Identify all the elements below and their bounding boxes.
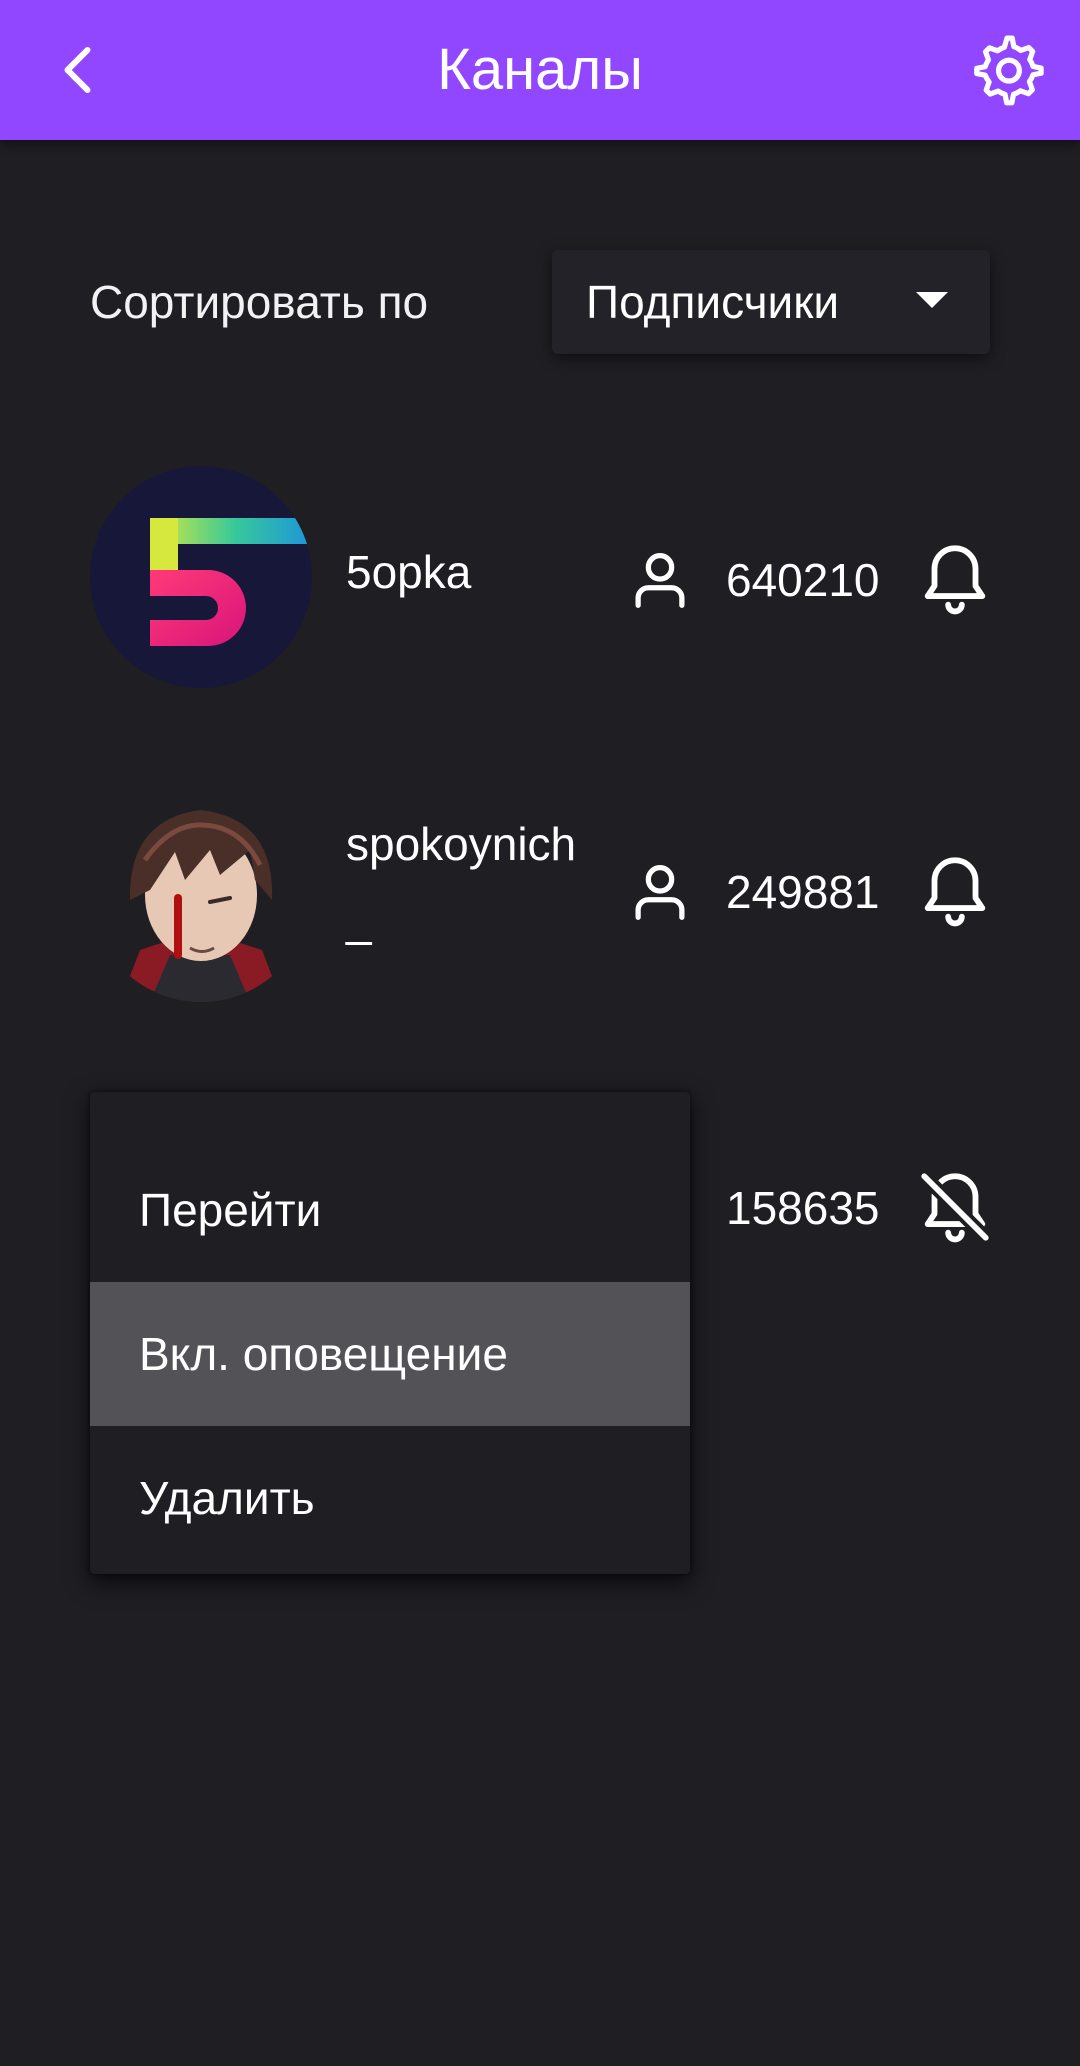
bell-off-icon[interactable]	[914, 1166, 996, 1248]
avatar	[90, 780, 312, 1002]
settings-button[interactable]	[964, 26, 1050, 112]
avatar	[90, 466, 312, 688]
sort-label: Сортировать по	[90, 276, 429, 328]
sort-selected-value: Подписчики	[586, 276, 840, 328]
follower-count: 158635	[726, 1182, 880, 1234]
channel-row[interactable]: 5opka 640210	[0, 456, 1080, 696]
bell-icon[interactable]	[914, 538, 996, 620]
menu-item-open[interactable]: Перейти	[90, 1138, 690, 1282]
context-menu: Перейти Вкл. оповещение Удалить	[90, 1092, 690, 1574]
channel-name: 5opka	[346, 546, 472, 598]
sort-dropdown[interactable]: Подписчики	[552, 250, 990, 354]
caret-down-icon	[916, 292, 948, 308]
app-bar: Каналы	[0, 0, 1080, 140]
bell-icon[interactable]	[914, 850, 996, 932]
channel-name: spokoynich _	[346, 818, 577, 946]
menu-item-enable-notifications[interactable]: Вкл. оповещение	[90, 1282, 690, 1426]
person-icon	[635, 865, 685, 920]
follower-count: 640210	[726, 554, 880, 606]
page-title: Каналы	[437, 37, 643, 102]
follower-count: 249881	[726, 866, 880, 918]
gear-icon	[974, 35, 1044, 106]
person-icon	[635, 553, 685, 608]
channel-row[interactable]: spokoynich _ 249881	[0, 770, 1080, 1010]
menu-item-delete[interactable]: Удалить	[90, 1426, 690, 1570]
